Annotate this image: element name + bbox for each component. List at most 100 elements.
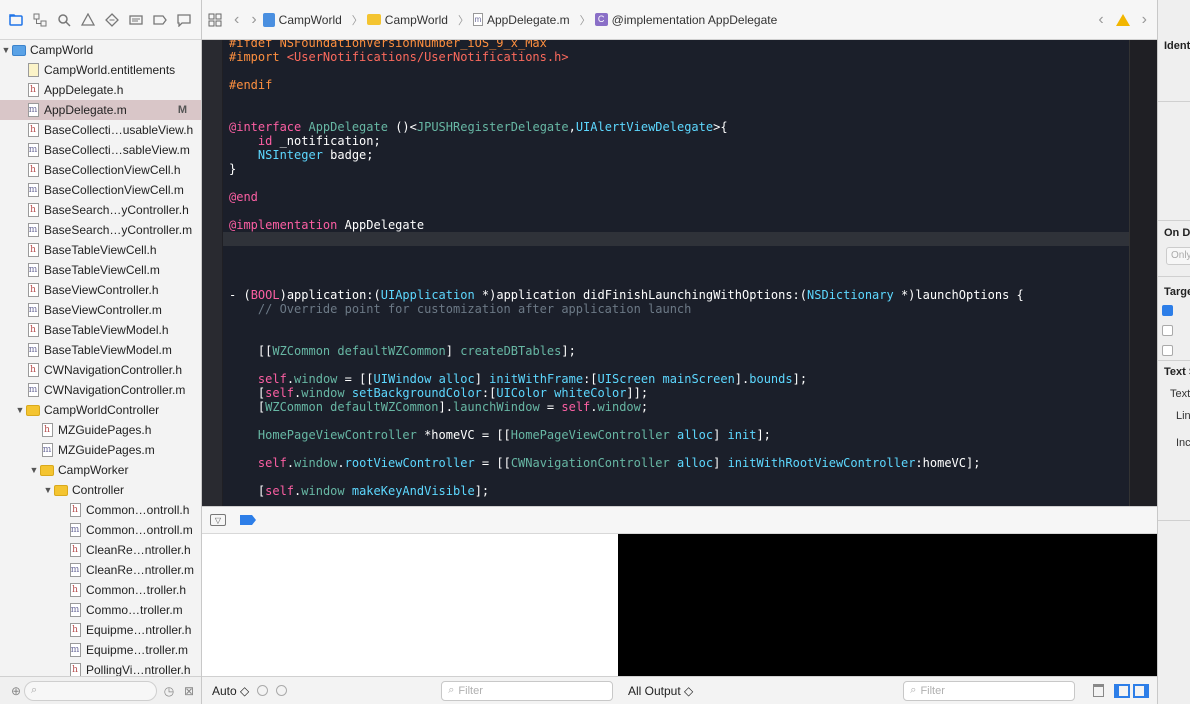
tree-file[interactable]: h Common…troller.h xyxy=(0,580,201,600)
next-issue-icon[interactable]: › xyxy=(1142,11,1147,29)
code-line[interactable]: // Override point for customization afte… xyxy=(229,302,691,316)
tree-file[interactable]: m BaseCollectionViewCell.m xyxy=(0,180,201,200)
tree-file[interactable]: m CleanRe…ntroller.m xyxy=(0,560,201,580)
tree-file[interactable]: h BaseViewController.h xyxy=(0,280,201,300)
tree-file[interactable]: h BaseCollectionViewCell.h xyxy=(0,160,201,180)
code-line[interactable]: HomePageViewController *homeVC = [[HomeP… xyxy=(229,428,771,442)
auto-scope-popup[interactable]: Auto ◇ xyxy=(212,684,249,698)
tree-file[interactable]: h AppDelegate.h xyxy=(0,80,201,100)
recent-icon[interactable]: ◷ xyxy=(161,683,177,699)
variables-filter-input[interactable]: ⌕ Filter xyxy=(441,680,614,701)
previous-issue-icon[interactable]: ‹ xyxy=(1098,11,1103,29)
tree-file[interactable]: m AppDelegate.m M xyxy=(0,100,201,120)
tree-file[interactable]: h CWNavigationController.h xyxy=(0,360,201,380)
variables-view[interactable] xyxy=(202,534,618,676)
tree-file[interactable]: m Equipme…troller.m xyxy=(0,640,201,660)
tree-group[interactable]: ▼ CampWorldController xyxy=(0,400,201,420)
tree-file[interactable]: m CWNavigationController.m xyxy=(0,380,201,400)
tree-file[interactable]: m BaseViewController.m xyxy=(0,300,201,320)
eye-icon[interactable] xyxy=(257,685,269,696)
warning-icon[interactable] xyxy=(76,9,100,31)
tree-file[interactable]: h Common…ontroll.h xyxy=(0,500,201,520)
navigator-filter-input[interactable]: ⌕ xyxy=(24,680,157,701)
tree-file[interactable]: m Common…ontroll.m xyxy=(0,520,201,540)
code-line[interactable]: self.window.rootViewController = [[CWNav… xyxy=(229,456,981,470)
console-output[interactable] xyxy=(618,534,1157,676)
info-icon[interactable] xyxy=(276,685,288,696)
tree-file[interactable]: h BaseCollecti…usableView.h xyxy=(0,120,201,140)
on-demand-input[interactable]: Only xyxy=(1166,247,1190,265)
show-console-icon[interactable] xyxy=(1133,683,1150,698)
output-scope-popup[interactable]: All Output ◇ xyxy=(628,684,693,698)
code-line[interactable]: NSInteger badge; xyxy=(229,148,374,162)
tree-file[interactable]: h BaseTableViewModel.h xyxy=(0,320,201,340)
tree-file[interactable]: m MZGuidePages.m xyxy=(0,440,201,460)
code-line[interactable]: @end xyxy=(229,190,258,204)
target-checkbox[interactable] xyxy=(1162,345,1173,356)
scm-filter-icon[interactable]: ⊠ xyxy=(181,683,197,699)
breadcrumb-project[interactable]: CampWorld xyxy=(262,12,342,27)
hierarchy-icon[interactable] xyxy=(28,9,52,31)
header-file-icon: h xyxy=(40,423,54,437)
code-line[interactable]: } xyxy=(229,162,236,176)
tree-file[interactable]: m BaseSearch…yController.m xyxy=(0,220,201,240)
code-line[interactable]: @implementation AppDelegate xyxy=(229,218,424,232)
trash-icon[interactable] xyxy=(1093,684,1105,697)
disclosure-triangle-icon[interactable]: ▼ xyxy=(0,45,12,55)
code-area[interactable]: #ifdef NSFoundationVersionNumber_iOS_9_x… xyxy=(223,40,1129,506)
breakpoints-toggle-icon[interactable] xyxy=(240,515,256,525)
disclosure-triangle-icon[interactable]: ▼ xyxy=(42,485,54,495)
breadcrumb-file[interactable]: m AppDelegate.m xyxy=(472,13,570,27)
report-icon[interactable] xyxy=(172,9,196,31)
code-line[interactable]: #import <UserNotifications/UserNotificat… xyxy=(229,50,569,64)
code-line[interactable]: self.window = [[UIWindow alloc] initWith… xyxy=(229,372,807,386)
header-file-icon: h xyxy=(26,323,40,337)
code-line[interactable]: #ifdef NSFoundationVersionNumber_iOS_9_x… xyxy=(229,40,547,50)
tree-group[interactable]: ▼ CampWorld xyxy=(0,40,201,60)
tree-file[interactable]: m Commo…troller.m xyxy=(0,600,201,620)
tree-group[interactable]: ▼ CampWorker xyxy=(0,460,201,480)
line-gutter[interactable] xyxy=(202,40,222,506)
code-line[interactable]: [[WZCommon defaultWZCommon] createDBTabl… xyxy=(229,344,576,358)
code-line[interactable]: #endif xyxy=(229,78,272,92)
debug-icon[interactable] xyxy=(124,9,148,31)
tree-file[interactable]: h CleanRe…ntroller.h xyxy=(0,540,201,560)
tree-group[interactable]: ▼ Controller xyxy=(0,480,201,500)
disclosure-triangle-icon[interactable]: ▼ xyxy=(28,465,40,475)
search-icon[interactable] xyxy=(52,9,76,31)
warning-icon[interactable] xyxy=(1115,13,1130,26)
code-line[interactable]: [self.window makeKeyAndVisible]; xyxy=(229,484,489,498)
tree-file[interactable]: h PollingVi…ntroller.h xyxy=(0,660,201,676)
tree-file[interactable]: h BaseTableViewCell.h xyxy=(0,240,201,260)
console-filter-input[interactable]: ⌕ Filter xyxy=(903,680,1076,701)
tree-file[interactable]: m BaseCollecti…sableView.m xyxy=(0,140,201,160)
tree-file[interactable]: h BaseSearch…yController.h xyxy=(0,200,201,220)
code-line[interactable]: - (BOOL)application:(UIApplication *)app… xyxy=(229,288,1024,302)
target-checkbox[interactable] xyxy=(1162,325,1173,336)
tree-file[interactable]: m BaseTableViewModel.m xyxy=(0,340,201,360)
tree-file[interactable]: m BaseTableViewCell.m xyxy=(0,260,201,280)
tree-file[interactable]: h MZGuidePages.h xyxy=(0,420,201,440)
back-arrow-icon[interactable]: ‹ xyxy=(234,11,239,29)
breadcrumb-symbol[interactable]: C @implementation AppDelegate xyxy=(594,13,777,27)
folder-icon[interactable] xyxy=(4,9,28,31)
code-line[interactable]: @interface AppDelegate ()<JPUSHRegisterD… xyxy=(229,120,728,134)
breadcrumb-group[interactable]: CampWorld xyxy=(366,13,448,27)
breakpoint-icon[interactable] xyxy=(148,9,172,31)
show-variables-icon[interactable] xyxy=(1114,683,1131,698)
editor-scrollbar[interactable] xyxy=(1129,40,1157,506)
add-icon[interactable]: ⊕ xyxy=(8,683,24,699)
forward-arrow-icon[interactable]: › xyxy=(251,11,256,29)
code-line[interactable]: id _notification; xyxy=(229,134,381,148)
code-line[interactable]: [WZCommon defaultWZCommon].launchWindow … xyxy=(229,400,648,414)
test-icon[interactable] xyxy=(100,9,124,31)
tree-file[interactable]: h Equipme…ntroller.h xyxy=(0,620,201,640)
related-items-icon[interactable] xyxy=(208,13,222,27)
code-line[interactable]: [self.window setBackgroundColor:[UIColor… xyxy=(229,386,648,400)
source-editor[interactable]: #ifdef NSFoundationVersionNumber_iOS_9_x… xyxy=(202,40,1157,506)
disclosure-triangle-icon[interactable]: ▼ xyxy=(14,405,26,415)
target-checkbox[interactable] xyxy=(1162,305,1173,316)
tree-file[interactable]: CampWorld.entitlements xyxy=(0,60,201,80)
hide-debug-area-icon[interactable]: ▽ xyxy=(210,514,226,526)
